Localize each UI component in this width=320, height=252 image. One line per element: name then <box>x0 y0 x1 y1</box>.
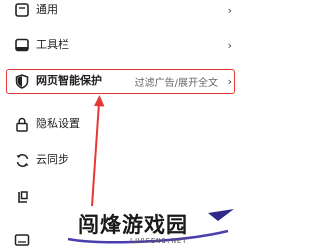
menu-item-privacy[interactable]: 隐私设置 <box>0 110 240 138</box>
watermark-title: 闯烽游戏园 <box>78 213 188 237</box>
menu-item-label: 云同步 <box>36 153 69 166</box>
lock-icon <box>14 116 30 132</box>
menu-item-toolbar[interactable]: 工具栏 › <box>0 31 240 59</box>
toolbar-icon <box>14 37 30 53</box>
partial-icon <box>14 189 30 205</box>
watermark-url: LUOFENG.NET <box>130 237 188 245</box>
chevron-right-icon: › <box>227 3 232 17</box>
menu-item-label: 隐私设置 <box>36 117 80 130</box>
menu-item-general[interactable]: 通用 › <box>0 0 240 24</box>
highlight-box <box>6 69 235 94</box>
menu-item-label: 工具栏 <box>36 38 69 51</box>
sync-icon <box>14 152 30 168</box>
menu-item-cloud-sync[interactable]: 云同步 <box>0 146 240 174</box>
bottom-partial-icon <box>14 232 30 248</box>
general-settings-icon <box>14 2 30 18</box>
menu-item-label: 通用 <box>36 3 58 16</box>
chevron-right-icon: › <box>227 38 232 52</box>
site-watermark-logo: 闯烽游戏园 LUOFENG.NET <box>58 207 240 250</box>
